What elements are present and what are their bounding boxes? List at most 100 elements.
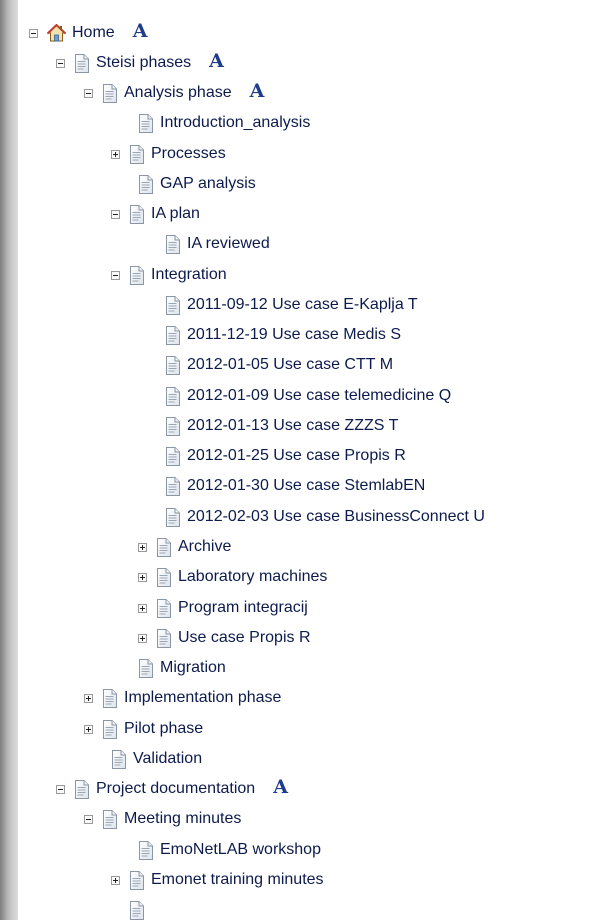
document-icon bbox=[156, 568, 171, 587]
node-label[interactable]: 2012-01-09 Use case telemedicine Q bbox=[187, 387, 451, 405]
node-label[interactable]: Integration bbox=[151, 266, 227, 284]
node-label[interactable]: 2011-12-19 Use case Medis S bbox=[187, 326, 401, 344]
node-label[interactable]: 2012-02-03 Use case BusinessConnect U bbox=[187, 508, 485, 526]
expand-toggle[interactable] bbox=[84, 693, 93, 703]
expand-toggle[interactable] bbox=[84, 724, 93, 734]
document-icon bbox=[156, 629, 171, 648]
document-icon bbox=[156, 538, 171, 557]
node-label[interactable]: Emonet training minutes bbox=[151, 871, 324, 889]
node-label[interactable]: 2011-09-12 Use case E-Kaplja T bbox=[187, 296, 418, 314]
document-icon bbox=[138, 841, 153, 860]
document-icon bbox=[165, 326, 180, 345]
expand-toggle[interactable] bbox=[138, 572, 147, 582]
tree-node-use-case[interactable]: 2012-02-03 Use case BusinessConnect U bbox=[165, 502, 485, 532]
node-label[interactable]: Project documentation bbox=[96, 780, 255, 798]
access-mark-icon[interactable]: A bbox=[250, 80, 265, 102]
tree-node-steisi-phases[interactable]: Steisi phases A bbox=[56, 48, 224, 78]
tree-node-emonetlab-workshop[interactable]: EmoNetLAB workshop bbox=[138, 835, 321, 865]
tree-node-home[interactable]: Home A bbox=[29, 18, 147, 48]
expand-toggle[interactable] bbox=[138, 603, 147, 613]
document-icon bbox=[165, 477, 180, 496]
tree-node-use-case[interactable]: 2012-01-30 Use case StemlabEN bbox=[165, 471, 425, 501]
document-icon bbox=[165, 387, 180, 406]
expand-toggle[interactable] bbox=[138, 542, 147, 552]
node-label[interactable]: Implementation phase bbox=[124, 689, 281, 707]
tree-panel: Home A Steisi phases A Analysis phase A … bbox=[18, 0, 610, 920]
node-label[interactable]: Introduction_analysis bbox=[160, 114, 310, 132]
node-label[interactable]: Pilot phase bbox=[124, 720, 203, 738]
node-label[interactable]: Archive bbox=[178, 538, 231, 556]
tree-node-use-case[interactable]: 2012-01-13 Use case ZZZS T bbox=[165, 411, 398, 441]
tree-node-analysis-phase[interactable]: Analysis phase A bbox=[84, 78, 264, 108]
node-label[interactable]: 2012-01-25 Use case Propis R bbox=[187, 447, 406, 465]
collapse-toggle[interactable] bbox=[84, 88, 93, 98]
tree-node-use-case-propis[interactable]: Use case Propis R bbox=[138, 623, 311, 653]
node-label[interactable]: IA reviewed bbox=[187, 235, 270, 253]
expand-toggle[interactable] bbox=[138, 633, 147, 643]
document-icon bbox=[165, 296, 180, 315]
tree-node-pilot-phase[interactable]: Pilot phase bbox=[84, 714, 203, 744]
collapse-toggle[interactable] bbox=[111, 270, 120, 280]
access-mark-icon[interactable]: A bbox=[273, 776, 288, 798]
tree-node-project-documentation[interactable]: Project documentation A bbox=[56, 774, 288, 804]
document-icon bbox=[165, 417, 180, 436]
expand-toggle[interactable] bbox=[111, 149, 120, 159]
collapse-toggle[interactable] bbox=[56, 784, 65, 794]
tree-node-implementation-phase[interactable]: Implementation phase bbox=[84, 683, 281, 713]
document-icon bbox=[138, 175, 153, 194]
document-icon bbox=[74, 54, 89, 73]
node-label[interactable]: Home bbox=[72, 24, 115, 42]
node-label[interactable]: EmoNetLAB workshop bbox=[160, 841, 321, 859]
document-icon bbox=[102, 689, 117, 708]
collapse-toggle[interactable] bbox=[84, 814, 93, 824]
document-icon bbox=[129, 901, 144, 920]
access-mark-icon[interactable]: A bbox=[209, 50, 224, 72]
document-icon bbox=[111, 750, 126, 769]
tree-node-gap-analysis[interactable]: GAP analysis bbox=[138, 169, 256, 199]
tree-node-program-integracij[interactable]: Program integracij bbox=[138, 593, 308, 623]
tree-node-use-case[interactable]: 2011-12-19 Use case Medis S bbox=[165, 320, 401, 350]
tree-node-use-case[interactable]: 2012-01-09 Use case telemedicine Q bbox=[165, 381, 451, 411]
node-label[interactable]: Validation bbox=[133, 750, 202, 768]
tree-node-archive[interactable]: Archive bbox=[138, 532, 231, 562]
tree-node-migration[interactable]: Migration bbox=[138, 653, 226, 683]
node-label[interactable]: 2012-01-05 Use case CTT M bbox=[187, 356, 393, 374]
tree-node-use-case[interactable]: 2012-01-05 Use case CTT M bbox=[165, 350, 393, 380]
tree-node-use-case[interactable]: 2012-01-25 Use case Propis R bbox=[165, 441, 406, 471]
node-label[interactable]: Program integracij bbox=[178, 599, 308, 617]
node-label[interactable]: Steisi phases bbox=[96, 54, 191, 72]
collapse-toggle[interactable] bbox=[29, 28, 38, 38]
node-label[interactable]: Meeting minutes bbox=[124, 810, 241, 828]
access-mark-icon[interactable]: A bbox=[133, 20, 148, 42]
tree-node-processes[interactable]: Processes bbox=[111, 139, 226, 169]
tree-node-ia-reviewed[interactable]: IA reviewed bbox=[165, 229, 270, 259]
expand-toggle[interactable] bbox=[111, 875, 120, 885]
tree-node-partial[interactable] bbox=[111, 895, 151, 920]
tree-node-emonet-training-minutes[interactable]: Emonet training minutes bbox=[111, 865, 324, 895]
collapse-toggle[interactable] bbox=[111, 209, 120, 219]
tree-node-integration[interactable]: Integration bbox=[111, 260, 227, 290]
tree-node-laboratory-machines[interactable]: Laboratory machines bbox=[138, 562, 327, 592]
document-icon bbox=[165, 508, 180, 527]
document-icon bbox=[102, 720, 117, 739]
collapse-toggle[interactable] bbox=[56, 58, 65, 68]
node-label[interactable]: Migration bbox=[160, 659, 226, 677]
document-icon bbox=[165, 356, 180, 375]
node-label[interactable]: Processes bbox=[151, 145, 226, 163]
tree-node-ia-plan[interactable]: IA plan bbox=[111, 199, 200, 229]
node-label[interactable]: Analysis phase bbox=[124, 84, 232, 102]
node-label[interactable]: Use case Propis R bbox=[178, 629, 311, 647]
tree-node-use-case[interactable]: 2011-09-12 Use case E-Kaplja T bbox=[165, 290, 418, 320]
tree-node-meeting-minutes[interactable]: Meeting minutes bbox=[84, 804, 241, 834]
node-label[interactable]: GAP analysis bbox=[160, 175, 256, 193]
document-icon bbox=[129, 266, 144, 285]
document-icon bbox=[165, 235, 180, 254]
node-label[interactable]: 2012-01-13 Use case ZZZS T bbox=[187, 417, 398, 435]
node-label[interactable]: Laboratory machines bbox=[178, 568, 327, 586]
node-label[interactable]: 2012-01-30 Use case StemlabEN bbox=[187, 477, 425, 495]
document-icon bbox=[102, 84, 117, 103]
tree-node-introduction-analysis[interactable]: Introduction_analysis bbox=[138, 108, 310, 138]
node-label[interactable]: IA plan bbox=[151, 205, 200, 223]
tree-node-validation[interactable]: Validation bbox=[111, 744, 202, 774]
home-icon bbox=[47, 24, 66, 42]
